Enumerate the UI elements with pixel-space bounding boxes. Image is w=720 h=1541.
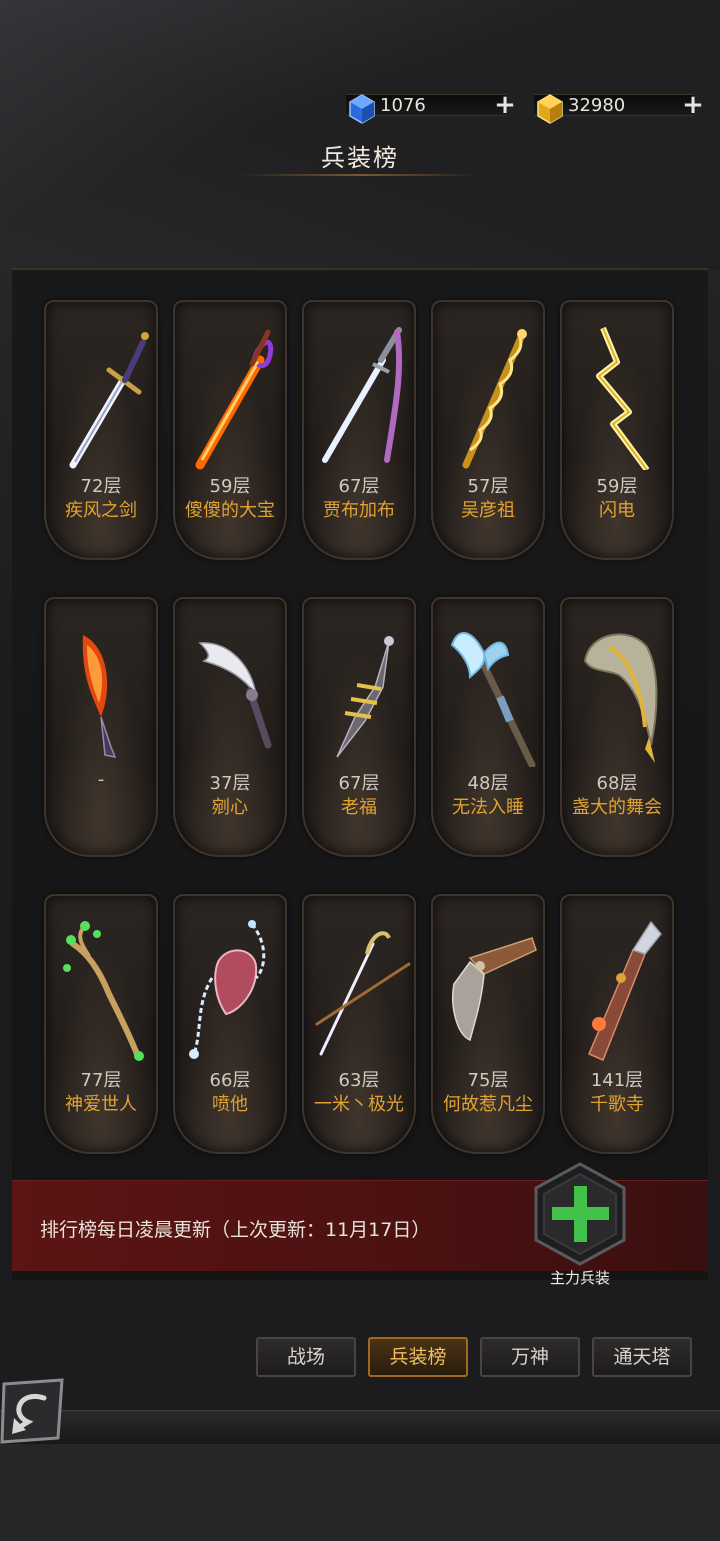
weapon-card[interactable]: 57层 吴彦祖 [431, 300, 545, 560]
tab-pantheon[interactable]: 万神 [480, 1337, 580, 1377]
floor-label: 141层 [590, 1070, 644, 1091]
weapon-card[interactable]: 75层 何故惹凡尘 [431, 894, 545, 1154]
bottom-area [0, 1444, 720, 1541]
update-notice: 排行榜每日凌晨更新（上次更新：11月17日） [40, 1219, 431, 1241]
floor-label: 75层 [467, 1070, 509, 1091]
main-weapon-button[interactable] [532, 1162, 628, 1266]
horn-blade-icon [583, 633, 658, 763]
lightning-icon [596, 326, 650, 470]
owner-name: 傻傻的大宝 [185, 500, 275, 521]
weapon-card[interactable]: 63层 一米丶极光 [302, 894, 416, 1154]
weapon-card[interactable]: 67层 老福 [302, 597, 416, 857]
floor-label: 77层 [80, 1070, 122, 1091]
tab-battlefield[interactable]: 战场 [256, 1337, 356, 1377]
owner-name: 喷他 [212, 1094, 248, 1115]
curved-dagger-icon [198, 642, 272, 749]
floor-label: 59层 [209, 476, 251, 497]
floor-label: 68层 [596, 773, 638, 794]
page-title: 兵装榜 [321, 144, 399, 172]
title-divider [240, 174, 480, 176]
weapon-card[interactable]: 66层 喷他 [173, 894, 287, 1154]
floor-label: 72层 [80, 476, 122, 497]
owner-name: 老福 [341, 797, 377, 818]
floor-label: 37层 [209, 773, 251, 794]
owner-name: 疾风之剑 [65, 500, 137, 521]
gold-gem-icon [537, 94, 563, 124]
floor-label: 63层 [338, 1070, 380, 1091]
golden-staff-icon [462, 329, 527, 469]
weapon-card[interactable]: 141层 千歌寺 [560, 894, 674, 1154]
add-gems-button[interactable]: + [494, 92, 516, 118]
floor-label: 57层 [467, 476, 509, 497]
floor-label: 67层 [338, 773, 380, 794]
gun-axe-icon [588, 920, 662, 1061]
sword-icon [69, 332, 149, 469]
weapon-card[interactable]: 37层 剜心 [173, 597, 287, 857]
owner-name: 盏大的舞会 [572, 797, 662, 818]
tab-tower[interactable]: 通天塔 [592, 1337, 692, 1377]
owner-name: 何故惹凡尘 [443, 1094, 533, 1115]
weapon-card[interactable]: 67层 贾布加布 [302, 300, 416, 560]
rapier-icon [315, 931, 411, 1056]
add-gold-button[interactable]: + [682, 92, 704, 118]
flame-sword-icon [195, 329, 274, 470]
owner-name: 闪电 [599, 500, 635, 521]
weapon-card[interactable]: 77层 神爱世人 [44, 894, 158, 1154]
owner-name: 一米丶极光 [314, 1094, 404, 1115]
axe-icon [450, 632, 536, 767]
floor-label: 66层 [209, 1070, 251, 1091]
blue-gem-icon [349, 94, 375, 124]
pistol-icon [452, 937, 537, 1042]
weapon-card[interactable]: 59层 傻傻的大宝 [173, 300, 287, 560]
weapon-card[interactable]: 48层 无法入睡 [431, 597, 545, 857]
serrated-dagger-icon [336, 636, 394, 758]
katana-icon [322, 327, 403, 463]
branch-staff-icon [63, 921, 144, 1061]
weapon-card[interactable]: - [44, 597, 158, 857]
gem-count: 1076 [380, 94, 426, 116]
tab-weapon-ranking[interactable]: 兵装榜 [368, 1337, 468, 1377]
chain-gauntlet-icon [189, 920, 266, 1059]
weapon-card[interactable]: 68层 盏大的舞会 [560, 597, 674, 857]
gem-currency: 1076 [346, 90, 506, 124]
floor-label: 48层 [467, 773, 509, 794]
floor-label: - [97, 769, 105, 790]
owner-name: 神爱世人 [65, 1094, 137, 1115]
bottom-bar [0, 1410, 720, 1445]
owner-name: 无法入睡 [452, 797, 524, 818]
fire-blade-icon [82, 635, 117, 759]
floor-label: 59层 [596, 476, 638, 497]
owner-name: 千歌寺 [590, 1094, 644, 1115]
gold-currency: 32980 [534, 90, 694, 124]
floor-label: 67层 [338, 476, 380, 497]
gold-count: 32980 [568, 94, 626, 116]
owner-name: 吴彦祖 [461, 500, 515, 521]
weapon-card[interactable]: 72层 疾风之剑 [44, 300, 158, 560]
owner-name: 贾布加布 [323, 500, 395, 521]
back-button[interactable] [0, 1378, 66, 1444]
owner-name: 剜心 [212, 797, 248, 818]
main-weapon-label: 主力兵装 [549, 1269, 610, 1287]
weapon-card[interactable]: 59层 闪电 [560, 300, 674, 560]
